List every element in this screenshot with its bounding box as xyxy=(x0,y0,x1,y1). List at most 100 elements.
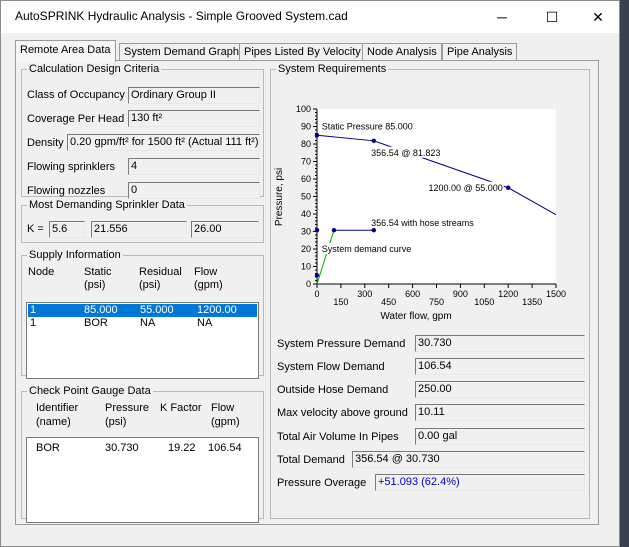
data-point xyxy=(314,133,320,138)
x-tick-label: 1050 xyxy=(474,297,494,307)
flowing-sprinklers-field: 4 xyxy=(128,158,260,175)
flowing-nozzles-field: 0 xyxy=(128,182,260,199)
demanding-sprinkler-group: Most Demanding Sprinkler Data K = 5.6 21… xyxy=(21,199,264,243)
gauge-row[interactable]: BOR 30.730 19.22 106.54 xyxy=(28,442,257,455)
supply-row[interactable]: 1 85.000 55.000 1200.00 xyxy=(28,304,257,317)
chart-annotation: 1200.00 @ 55.000 xyxy=(429,183,503,193)
supply-cell-flow: 1200.00 xyxy=(197,304,237,316)
gauge-header-id-unit: (name) xyxy=(36,416,71,428)
x-axis-ticks: 0 150 300 450 600 750 900 1050 1200 1350 1500 xyxy=(314,284,566,307)
y-tick-label: 10 xyxy=(301,262,311,272)
gauge-cell-kfactor: 19.22 xyxy=(168,442,196,454)
chart-annotation: 356.54 @ 81.823 xyxy=(371,148,440,158)
gauge-header-pressure-unit: (psi) xyxy=(105,416,127,428)
tab-system-demand-graph[interactable]: System Demand Graph xyxy=(119,43,244,61)
supply-cell-node: 1 xyxy=(30,317,37,329)
flow-demand-field: 106.54 xyxy=(415,358,585,375)
tab-remote-area-data[interactable]: Remote Area Data xyxy=(15,40,116,62)
supply-cell-flow: NA xyxy=(197,317,213,329)
x-axis-label: Water flow, gpm xyxy=(380,311,451,322)
supply-list[interactable]: 1 85.000 55.000 1200.00 1 BOR NA NA xyxy=(26,302,259,379)
occupancy-field: Ordinary Group II xyxy=(128,87,260,104)
supply-header-flow-unit: (gpm) xyxy=(194,279,223,291)
x-tick-label: 0 xyxy=(314,289,319,299)
x-tick-label: 450 xyxy=(381,297,396,307)
data-point xyxy=(314,228,320,233)
x-tick-label: 1500 xyxy=(546,289,566,299)
max-velocity-label: Max velocity above ground xyxy=(277,407,408,419)
supply-cell-static: 85.000 xyxy=(84,304,118,316)
supply-header-node: Node xyxy=(28,266,55,278)
pressure-overage-label: Pressure Overage xyxy=(277,477,367,489)
x-tick-label: 900 xyxy=(453,289,468,299)
x-tick-label: 150 xyxy=(333,297,348,307)
chart-annotation: Static Pressure 85.000 xyxy=(322,122,413,132)
gauge-cell-flow: 106.54 xyxy=(208,442,242,454)
tab-pipes-listed-by-velocity[interactable]: Pipes Listed By Velocity xyxy=(239,43,366,61)
pressure-demand-field: 30.730 xyxy=(415,335,585,352)
supply-cell-static: BOR xyxy=(84,317,108,329)
density-field: 0.20 gpm/ft² for 1500 ft² (Actual 111 ft… xyxy=(67,134,260,151)
x-tick-label: 1350 xyxy=(522,297,542,307)
y-tick-label: 100 xyxy=(296,104,311,114)
flowing-sprinklers-label: Flowing sprinklers xyxy=(27,161,116,173)
demanding-sprinkler-legend: Most Demanding Sprinkler Data xyxy=(29,199,185,211)
k-field: 5.6 xyxy=(49,221,85,238)
chart-annotation: System demand curve xyxy=(322,244,412,254)
sprinkler-flow-field: 21.556 xyxy=(91,221,187,238)
app-window: AutoSPRINK Hydraulic Analysis - Simple G… xyxy=(0,0,620,547)
hose-demand-label: Outside Hose Demand xyxy=(277,384,389,396)
coverage-field: 130 ft² xyxy=(128,110,260,127)
system-requirements-group: System Requirements 0 10 20 30 40 50 60 70 80 90 1… xyxy=(270,63,590,519)
gauge-header-pressure: Pressure xyxy=(105,402,150,414)
y-tick-label: 90 xyxy=(301,122,311,132)
maximize-button[interactable]: ☐ xyxy=(529,1,575,33)
supply-cell-residual: NA xyxy=(140,317,156,329)
y-tick-label: 40 xyxy=(301,209,311,219)
data-point xyxy=(331,228,337,233)
pressure-demand-label: System Pressure Demand xyxy=(277,338,406,350)
supply-header-flow: Flow xyxy=(194,266,218,278)
air-volume-label: Total Air Volume In Pipes xyxy=(277,431,399,443)
flow-demand-label: System Flow Demand xyxy=(277,361,385,373)
gauge-cell-pressure: 30.730 xyxy=(105,442,139,454)
supply-cell-residual: 55.000 xyxy=(140,304,174,316)
chart-annotation: 356.54 with hose streams xyxy=(371,218,474,228)
tab-pipe-analysis[interactable]: Pipe Analysis xyxy=(442,43,518,61)
chart-plot-area xyxy=(317,109,556,284)
supply-info-group: Supply Information Node Static (psi) Res… xyxy=(21,249,264,379)
window-title: AutoSPRINK Hydraulic Analysis - Simple G… xyxy=(15,9,348,23)
x-tick-label: 600 xyxy=(405,289,420,299)
close-button[interactable]: ✕ xyxy=(575,1,621,33)
supply-header-static-unit: (psi) xyxy=(84,279,106,291)
gauge-list[interactable]: BOR 30.730 19.22 106.54 xyxy=(26,437,259,523)
y-tick-label: 60 xyxy=(301,174,311,184)
gauge-cell-id: BOR xyxy=(36,442,60,454)
calc-criteria-legend: Calculation Design Criteria xyxy=(29,63,160,75)
gauge-header-kfactor: K Factor xyxy=(160,402,202,414)
supply-info-legend: Supply Information xyxy=(29,249,121,261)
data-point xyxy=(506,185,511,190)
tab-page: Calculation Design Criteria Class of Occ… xyxy=(15,60,599,525)
minimize-button[interactable]: ─ xyxy=(479,1,525,33)
supply-header-residual-unit: (psi) xyxy=(139,279,161,291)
calc-criteria-group: Calculation Design Criteria Class of Occ… xyxy=(21,63,264,199)
y-axis-ticks: 0 10 20 30 40 50 60 70 80 90 100 xyxy=(296,104,317,289)
supply-row[interactable]: 1 BOR NA NA xyxy=(28,317,257,330)
data-point xyxy=(314,273,320,278)
sprinkler-pressure-field: 26.00 xyxy=(191,221,259,238)
system-requirements-legend: System Requirements xyxy=(278,63,387,75)
y-tick-label: 20 xyxy=(301,244,311,254)
flowing-nozzles-label: Flowing nozzles xyxy=(27,185,106,197)
x-tick-label: 300 xyxy=(357,289,372,299)
total-demand-label: Total Demand xyxy=(277,454,345,466)
pressure-overage-field: +51.093 (62.4%) xyxy=(375,474,585,491)
system-demand-chart: 0 10 20 30 40 50 60 70 80 90 100 0 150 300 450 600 750 9… xyxy=(274,104,566,322)
supply-cell-node: 1 xyxy=(30,304,37,316)
tab-node-analysis[interactable]: Node Analysis xyxy=(362,43,442,61)
y-axis-label: Pressure, psi xyxy=(274,168,285,226)
k-label: K = xyxy=(27,223,44,235)
supply-header-static: Static xyxy=(84,266,112,278)
title-bar: AutoSPRINK Hydraulic Analysis - Simple G… xyxy=(1,1,619,33)
y-tick-label: 80 xyxy=(301,139,311,149)
